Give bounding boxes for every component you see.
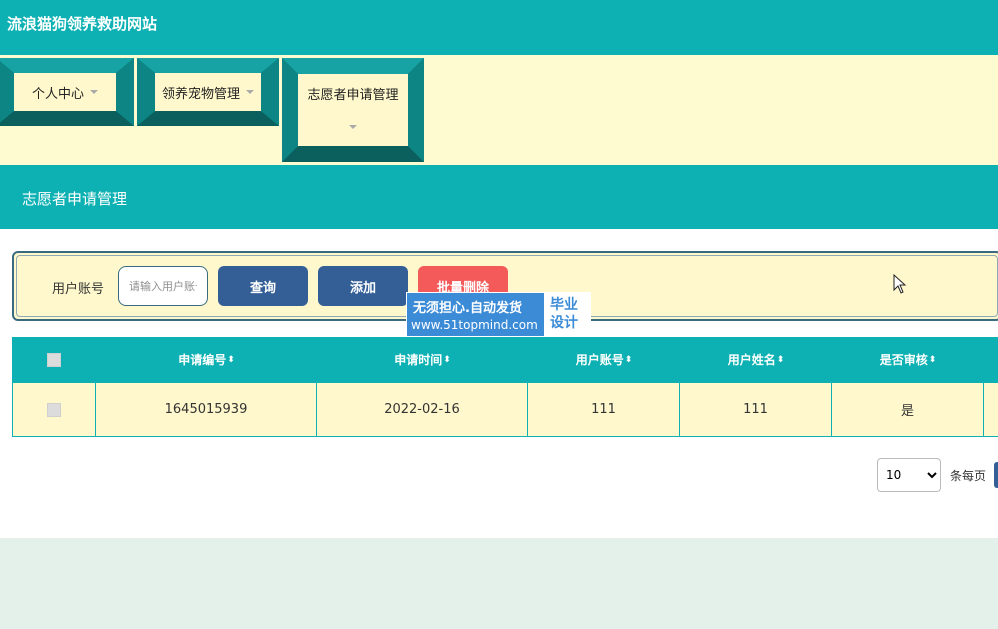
- row-checkbox[interactable]: [47, 402, 61, 417]
- nav-item-adoption-pet-management[interactable]: 领养宠物管理: [137, 58, 279, 126]
- row-checkbox-cell: [13, 383, 96, 436]
- page-title: 志愿者申请管理: [22, 190, 128, 208]
- cell-time: 2022-02-16: [317, 383, 528, 436]
- column-header-account-label: 用户账号: [575, 353, 624, 367]
- chevron-down-icon: [349, 125, 357, 129]
- section-header: 志愿者申请管理: [0, 165, 998, 229]
- per-page-label: 条每页: [950, 469, 987, 483]
- column-header-name[interactable]: 用户姓名 ⬍: [680, 337, 832, 382]
- top-nav: 个人中心 领养宠物管理 志愿者申请管理: [0, 55, 998, 165]
- watermark-badge-line1: 毕业: [550, 297, 578, 313]
- cell-id: 1645015939: [96, 383, 317, 436]
- cell-name: 111: [680, 383, 832, 436]
- pager-button[interactable]: [994, 462, 998, 488]
- watermark-url: www.51topmind.com: [411, 318, 538, 332]
- watermark-line1: 无须担心.自动发货: [413, 301, 522, 316]
- watermark-banner: 无须担心.自动发货 www.51topmind.com 毕业 设计: [406, 292, 591, 337]
- column-header-id-label: 申请编号: [178, 353, 227, 367]
- query-button[interactable]: 查询: [218, 266, 308, 306]
- nav-item-personal-center[interactable]: 个人中心: [0, 58, 134, 126]
- column-header-account[interactable]: 用户账号 ⬍: [528, 337, 680, 382]
- user-account-search-input[interactable]: [118, 266, 208, 306]
- header-checkbox-cell: [12, 337, 96, 382]
- nav-item-volunteer-application-management[interactable]: 志愿者申请管理: [282, 58, 424, 162]
- chevron-down-icon: [246, 90, 254, 94]
- sort-icon: ⬍: [776, 354, 785, 365]
- add-button[interactable]: 添加: [318, 266, 408, 306]
- sort-icon: ⬍: [624, 354, 633, 365]
- search-label: 用户账号: [52, 282, 105, 297]
- table-header: 申请编号 ⬍ 申请时间 ⬍ 用户账号 ⬍ 用户姓名 ⬍ 是否审核 ⬍: [12, 337, 998, 382]
- watermark-text: 无须担心.自动发货 www.51topmind.com: [407, 293, 543, 336]
- column-header-id[interactable]: 申请编号 ⬍: [96, 337, 317, 382]
- sort-icon: ⬍: [227, 354, 235, 365]
- mouse-cursor-icon: [893, 274, 907, 294]
- nav-label-volunteer-application-management: 志愿者申请管理: [307, 88, 399, 103]
- site-header: 流浪猫狗领养救助网站: [0, 0, 998, 55]
- cell-reviewed: 是: [832, 383, 984, 436]
- table-row[interactable]: 1645015939 2022-02-16 111 111 是: [12, 382, 998, 437]
- column-header-reviewed-label: 是否审核: [879, 353, 928, 367]
- select-all-checkbox[interactable]: [47, 352, 61, 367]
- chevron-down-icon: [90, 90, 98, 94]
- column-header-reviewed[interactable]: 是否审核 ⬍: [832, 337, 984, 382]
- page-size-select[interactable]: 10: [877, 458, 941, 492]
- cell-account: 111: [528, 383, 680, 436]
- sort-icon: ⬍: [928, 354, 937, 365]
- column-header-time-label: 申请时间: [394, 353, 443, 367]
- sort-icon: ⬍: [443, 354, 451, 365]
- watermark-badge-line2: 设计: [550, 315, 578, 331]
- site-title: 流浪猫狗领养救助网站: [7, 15, 158, 33]
- column-header-time[interactable]: 申请时间 ⬍: [317, 337, 528, 382]
- column-header-name-label: 用户姓名: [727, 353, 776, 367]
- nav-label-adoption-pet-management: 领养宠物管理: [161, 86, 240, 102]
- main-content: 用户账号 查询 添加 批量删除 无须担心.自动发货 www.51topmind.…: [0, 229, 998, 538]
- nav-label-personal-center: 个人中心: [31, 86, 84, 102]
- watermark-badge: 毕业 设计: [543, 293, 590, 336]
